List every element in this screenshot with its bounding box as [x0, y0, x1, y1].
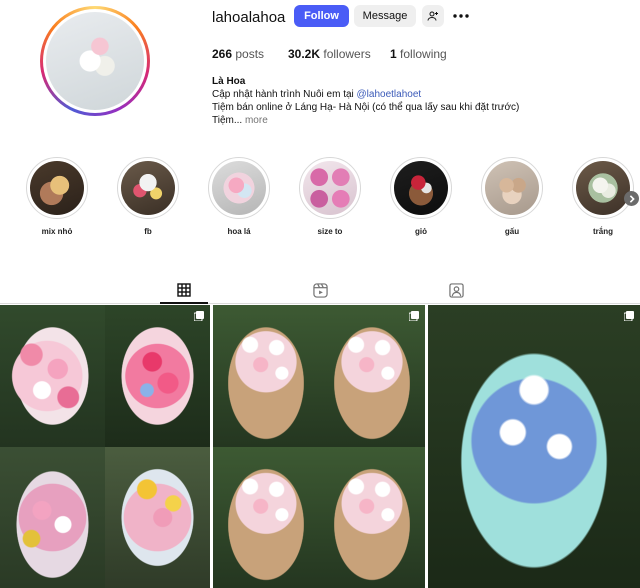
username: lahoalahoa [212, 9, 286, 26]
tab-reels[interactable] [310, 280, 330, 300]
options-button[interactable] [451, 5, 471, 27]
posts-count: 266 posts [212, 47, 264, 61]
highlight-ring [208, 157, 270, 219]
highlight-ring [390, 157, 452, 219]
highlight-label: mix nhỏ [41, 227, 73, 236]
followers-number: 30.2K [288, 47, 321, 61]
highlight-item[interactable]: fb [117, 157, 179, 236]
tab-tagged[interactable] [446, 280, 466, 300]
following-label: following [400, 47, 447, 61]
posts-number: 266 [212, 47, 233, 61]
highlight-ring [117, 157, 179, 219]
bio-mention-link[interactable]: @lahoetlahoet [357, 89, 422, 100]
highlight-item[interactable]: size to [299, 157, 361, 236]
carousel-icon [624, 311, 634, 321]
avatar-border [43, 9, 147, 113]
highlight-ring [299, 157, 361, 219]
post-thumbnail[interactable] [213, 305, 319, 447]
highlight-item[interactable]: gấu [481, 157, 543, 236]
highlight-label: hoa lá [227, 227, 251, 236]
highlight-label: trắng [593, 227, 613, 236]
post-thumbnail[interactable] [319, 447, 425, 588]
carousel-icon [409, 311, 419, 321]
highlight-image [303, 161, 357, 215]
suggest-user-button[interactable] [422, 5, 444, 27]
highlight-label: fb [144, 227, 152, 236]
bio-more-link[interactable]: more [245, 115, 268, 126]
highlight-image [394, 161, 448, 215]
following-count[interactable]: 1 following [390, 47, 447, 61]
highlight-label: giỏ [415, 227, 427, 236]
chevron-right-icon [629, 194, 635, 203]
highlight-item[interactable]: hoa lá [208, 157, 270, 236]
highlight-image [30, 161, 84, 215]
highlight-image [121, 161, 175, 215]
bio-line-3-text: Tiệm... [212, 115, 243, 126]
tabs-divider [0, 303, 640, 304]
story-highlights: mix nhỏ fb hoa lá size to giỏ gấu trắng [0, 157, 640, 237]
add-user-icon [427, 11, 438, 21]
following-number: 1 [390, 47, 397, 61]
highlight-image [212, 161, 266, 215]
post-thumbnail[interactable] [428, 305, 640, 588]
highlight-label: size to [317, 227, 343, 236]
more-options-icon [453, 14, 469, 18]
highlight-ring [481, 157, 543, 219]
posts-label: posts [235, 47, 265, 61]
highlight-image [485, 161, 539, 215]
tab-posts[interactable] [174, 280, 194, 300]
followers-count[interactable]: 30.2K followers [288, 47, 371, 61]
post-thumbnail[interactable] [319, 305, 425, 447]
active-tab-indicator [160, 302, 208, 304]
carousel-icon [194, 311, 204, 321]
highlights-next-button[interactable] [624, 191, 639, 206]
bio-line-1: Cập nhật hành trình Nuôi em tại @lahoetl… [212, 88, 632, 101]
reels-icon [312, 282, 328, 298]
avatar-image [46, 12, 144, 110]
highlight-label: gấu [504, 227, 520, 236]
tagged-icon [448, 282, 464, 298]
follow-button[interactable]: Follow [294, 5, 349, 27]
post-thumbnail[interactable] [105, 305, 210, 447]
followers-label: followers [323, 47, 371, 61]
post-thumbnail[interactable] [105, 447, 210, 588]
bio-line-3: Tiệm... more [212, 114, 632, 127]
profile-bio: Là Hoa Cập nhật hành trình Nuôi em tại @… [212, 75, 632, 127]
highlight-image [576, 161, 630, 215]
message-button[interactable]: Message [354, 5, 416, 27]
post-thumbnail[interactable] [213, 447, 319, 588]
highlight-ring [572, 157, 634, 219]
post-thumbnail[interactable] [0, 305, 105, 447]
bio-line-1-text: Cập nhật hành trình Nuôi em tại [212, 89, 357, 100]
profile-avatar[interactable] [40, 6, 150, 116]
bio-line-2: Tiệm bán online ở Láng Hạ- Hà Nội (có th… [212, 102, 520, 113]
display-name: Là Hoa [212, 76, 246, 87]
highlight-item[interactable]: giỏ [390, 157, 452, 236]
grid-icon [177, 283, 191, 297]
highlight-item[interactable]: mix nhỏ [26, 157, 88, 236]
post-thumbnail[interactable] [0, 447, 105, 588]
highlight-ring [26, 157, 88, 219]
